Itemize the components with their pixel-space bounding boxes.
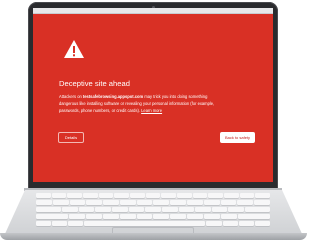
keyboard-key <box>245 207 271 212</box>
keyboard-key <box>170 214 187 219</box>
keyboard-key <box>52 221 68 226</box>
keyboard-key <box>228 207 245 212</box>
keyboard-row <box>36 221 271 226</box>
warning-triangle-icon <box>64 40 84 58</box>
keyboard-key <box>51 193 67 198</box>
keyboard-key <box>254 221 271 226</box>
keyboard-key <box>136 214 153 219</box>
browser-toolbar-edge <box>33 13 273 14</box>
keyboard-key <box>221 214 238 219</box>
keyboard-key <box>203 200 220 205</box>
site-name: testsafebrowsing.appspot.com <box>82 94 144 99</box>
keyboard-key <box>145 193 161 198</box>
keyboard-key <box>136 200 153 205</box>
keyboard-key <box>153 214 170 219</box>
keyboard-key <box>84 221 206 226</box>
laptop-screen: Deceptive site ahead Attackers on testsa… <box>33 8 273 182</box>
keyboard-key <box>85 214 102 219</box>
details-button[interactable]: Details <box>58 132 84 143</box>
keyboard-key <box>128 207 145 212</box>
keyboard-key <box>187 200 203 205</box>
keyboard-key <box>36 214 68 219</box>
keyboard-key <box>237 200 254 205</box>
keyboard-key <box>238 214 270 219</box>
keyboard-key <box>224 193 239 198</box>
warning-message: Attackers on testsafebrowsing.appspot.co… <box>59 94 235 114</box>
keyboard-key <box>170 200 187 205</box>
keyboard-key <box>68 221 84 226</box>
keyboard-key <box>36 200 52 205</box>
keyboard-key <box>98 193 114 198</box>
learn-more-link[interactable]: Learn more <box>141 108 162 113</box>
keyboard-key <box>62 207 78 212</box>
keyboard-key <box>111 207 128 212</box>
keyboard-key <box>161 193 177 198</box>
keyboard-key <box>239 193 255 198</box>
message-line-2: dangerous like installing software or re… <box>59 100 215 106</box>
message-line-1: Attackers on testsafebrowsing.appspot.co… <box>59 94 235 101</box>
keyboard-key <box>86 200 103 205</box>
keyboard-key <box>52 200 69 205</box>
laptop-photo: Deceptive site ahead Attackers on testsa… <box>0 0 307 243</box>
keyboard-key <box>78 207 95 212</box>
keyboard-key <box>69 200 86 205</box>
keyboard-row <box>36 214 270 219</box>
keyboard-key <box>238 221 254 226</box>
keyboard-key <box>95 207 111 212</box>
keyboard-row <box>36 193 271 198</box>
keyboard-key <box>130 193 145 198</box>
keyboard-key <box>208 193 224 198</box>
keyboard-key <box>204 214 221 219</box>
keyboard-key <box>254 200 270 205</box>
keyboard-key <box>36 207 62 212</box>
keyboard-key <box>103 200 119 205</box>
keyboard-key <box>119 214 136 219</box>
keyboard-key <box>153 200 170 205</box>
message-line-3: passwords, phone numbers, or credit card… <box>59 108 235 115</box>
keyboard-key <box>83 193 98 198</box>
keyboard-key <box>119 200 136 205</box>
back-to-safety-button[interactable]: Back to safety <box>220 132 255 143</box>
keyboard-row <box>36 200 270 205</box>
keyboard-key <box>36 221 52 226</box>
message-suffix: may trick you into doing something <box>143 94 208 99</box>
keyboard-key <box>187 214 204 219</box>
keyboard-key <box>36 193 51 198</box>
keyboard-key <box>211 207 228 212</box>
message-prefix: Attackers on <box>59 94 83 99</box>
keyboard <box>36 193 271 227</box>
keyboard-key <box>102 214 119 219</box>
keyboard-key <box>161 207 178 212</box>
keyboard-key <box>192 193 208 198</box>
keyboard-key <box>222 221 238 226</box>
keyboard-key <box>114 193 130 198</box>
keyboard-key <box>206 221 222 226</box>
page-title: Deceptive site ahead <box>59 79 130 88</box>
keyboard-key <box>255 193 271 198</box>
keyboard-key <box>195 207 211 212</box>
message-line-3-text: passwords, phone numbers, or credit card… <box>59 107 142 113</box>
trackpad <box>112 227 194 233</box>
keyboard-key <box>177 193 192 198</box>
keyboard-key <box>68 214 85 219</box>
keyboard-row <box>36 207 271 212</box>
keyboard-key <box>178 207 195 212</box>
keyboard-key <box>67 193 83 198</box>
keyboard-key <box>145 207 161 212</box>
keyboard-key <box>220 200 237 205</box>
laptop-front-edge <box>0 233 307 240</box>
